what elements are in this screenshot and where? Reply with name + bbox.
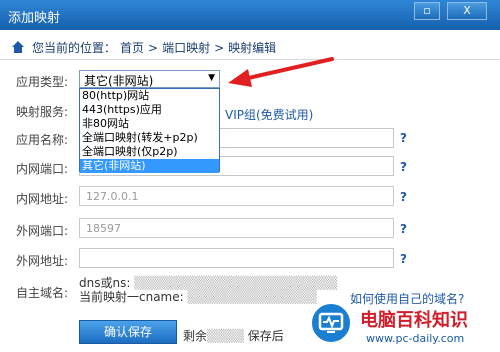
dropdown-option[interactable]: 全端口映射(转发+p2p) [80,131,219,145]
app-type-selected: 其它(非网站) [84,74,154,88]
monitor-logo-icon [310,302,352,344]
redacted-text: ▒▒▒▒ [207,329,248,343]
breadcrumb-mapping-edit: 映射编辑 [228,41,277,55]
watermark-url: www.pc-daily.com [366,332,465,345]
app-type-dropdown[interactable]: 80(http)网站 443(https)应用 非80网站 全端口映射(转发+p… [79,88,220,173]
breadcrumb-separator: > [214,41,225,55]
lan-port-help[interactable]: ? [400,160,407,174]
remain-suffix: 保存后 [247,329,284,343]
dropdown-option[interactable]: 80(http)网站 [80,89,219,103]
breadcrumb-home[interactable]: 首页 [120,41,144,55]
redacted-text: ▒▒▒▒▒▒▒▒▒▒▒▒▒▒▒▒▒▒▒▒▒▒ [130,276,338,290]
lan-addr-label: 内网地址: [16,192,69,206]
dropdown-option[interactable]: 全端口映射(仅p2p) [80,145,219,159]
lan-addr-field[interactable]: 127.0.0.1 [79,186,394,206]
wan-addr-field[interactable] [79,248,394,268]
dropdown-option-selected[interactable]: 其它(非网站) [80,159,219,173]
wan-addr-help[interactable]: ? [400,252,407,266]
breadcrumb-port-mapping[interactable]: 端口映射 [162,41,210,55]
title-bar: 添加映射 ▫ X [0,0,500,30]
redacted-text: ▒▒▒▒▒▒▒▒▒▒▒▒▒▒ [183,290,317,304]
chevron-down-icon: ▼ [208,73,215,83]
home-icon [12,41,24,53]
mapping-service-label: 映射服务: [16,105,69,119]
wan-port-label: 外网端口: [16,224,69,238]
app-name-help[interactable]: ? [400,131,407,145]
breadcrumb-prefix: 您当前的位置： [32,41,117,55]
breadcrumb-separator: > [148,41,159,55]
app-type-label: 应用类型: [16,75,69,89]
red-arrow-icon [228,57,334,87]
vip-group-text[interactable]: VIP组(免费试用) [225,106,313,123]
dropdown-option[interactable]: 443(https)应用 [80,103,219,117]
wan-addr-label: 外网地址: [16,254,69,268]
save-button[interactable]: 确认保存 [79,320,177,344]
watermark-title: 电脑百科知识 [360,310,468,331]
remaining-text: 剩余▒▒▒▒ 保存后 [183,327,284,344]
watermark: 电脑百科知识 www.pc-daily.com [310,300,500,352]
lan-addr-help[interactable]: ? [400,190,407,204]
own-domain-label: 自主域名: [16,286,69,300]
wan-port-help[interactable]: ? [400,222,407,236]
breadcrumb-text: 您当前的位置： 首页 > 端口映射 > 映射编辑 [32,39,280,56]
dns-label: dns或ns: [79,276,131,290]
own-domain-info: dns或ns: ▒▒▒▒▒▒▒▒▒▒▒▒▒▒▒▒▒▒▒▒▒▒ 当前映射一cnam… [79,276,337,304]
lan-port-label: 内网端口: [16,162,69,176]
minimize-button[interactable]: ▫ [414,2,440,20]
remain-prefix: 剩余 [183,329,208,343]
app-name-label: 应用名称: [16,133,69,147]
window-title: 添加映射 [8,11,61,26]
wan-port-field[interactable]: 18597 [79,218,394,238]
app-type-select[interactable]: 其它(非网站) ▼ [79,70,220,88]
cname-label: 当前映射一cname: [79,290,184,304]
close-button[interactable]: X [447,2,487,20]
dropdown-option[interactable]: 非80网站 [80,117,219,131]
